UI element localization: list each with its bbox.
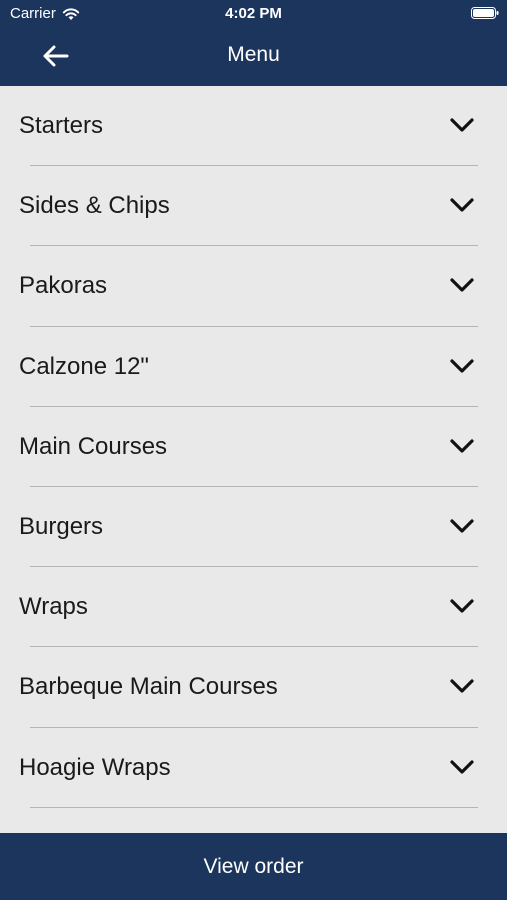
menu-category-label: Barbeque Main Courses bbox=[19, 673, 278, 701]
menu-category-label: Main Courses bbox=[19, 432, 168, 460]
chevron-down-icon[interactable] bbox=[449, 677, 475, 695]
menu-category-label: Wraps bbox=[19, 593, 88, 621]
menu-category-sides-chips[interactable]: Sides & Chips bbox=[0, 166, 507, 247]
chevron-down-icon[interactable] bbox=[449, 357, 475, 375]
menu-category-label: Hoagie Wraps bbox=[19, 753, 171, 781]
menu-category-calzone[interactable]: Calzone 12" bbox=[0, 327, 507, 407]
status-time: 4:02 PM bbox=[225, 5, 282, 22]
status-bar: Carrier 4:02 PM bbox=[0, 0, 507, 28]
chevron-down-icon[interactable] bbox=[449, 276, 475, 294]
chevron-down-icon[interactable] bbox=[449, 196, 475, 214]
menu-category-main-courses[interactable]: Main Courses bbox=[0, 407, 507, 487]
menu-category-pakoras[interactable]: Pakoras bbox=[0, 246, 507, 327]
menu-category-label: Calzone 12" bbox=[19, 352, 149, 380]
menu-category-hoagie-wraps[interactable]: Hoagie Wraps bbox=[0, 728, 507, 808]
menu-category-label: Pakoras bbox=[19, 272, 108, 300]
menu-category-wraps[interactable]: Wraps bbox=[0, 567, 507, 648]
menu-category-list: Starters Sides & Chips Pakoras Calzone 1… bbox=[0, 86, 507, 833]
chevron-down-icon[interactable] bbox=[449, 437, 475, 455]
menu-category-starters[interactable]: Starters bbox=[0, 86, 507, 167]
view-order-button[interactable]: View order bbox=[0, 833, 507, 900]
view-order-label: View order bbox=[203, 854, 304, 878]
menu-category-barbeque-main-courses[interactable]: Barbeque Main Courses bbox=[0, 647, 507, 728]
top-header: Carrier 4:02 PM Menu bbox=[0, 0, 507, 86]
chevron-down-icon[interactable] bbox=[449, 116, 475, 134]
chevron-down-icon[interactable] bbox=[449, 758, 475, 776]
chevron-down-icon[interactable] bbox=[449, 517, 475, 535]
menu-category-label: Burgers bbox=[19, 512, 104, 540]
chevron-down-icon[interactable] bbox=[449, 597, 475, 615]
menu-category-burgers[interactable]: Burgers bbox=[0, 487, 507, 568]
page-title: Menu bbox=[227, 43, 280, 66]
battery-icon bbox=[471, 7, 499, 19]
menu-category-label: Sides & Chips bbox=[19, 192, 170, 220]
divider bbox=[30, 806, 478, 808]
menu-category-label: Starters bbox=[19, 112, 104, 139]
